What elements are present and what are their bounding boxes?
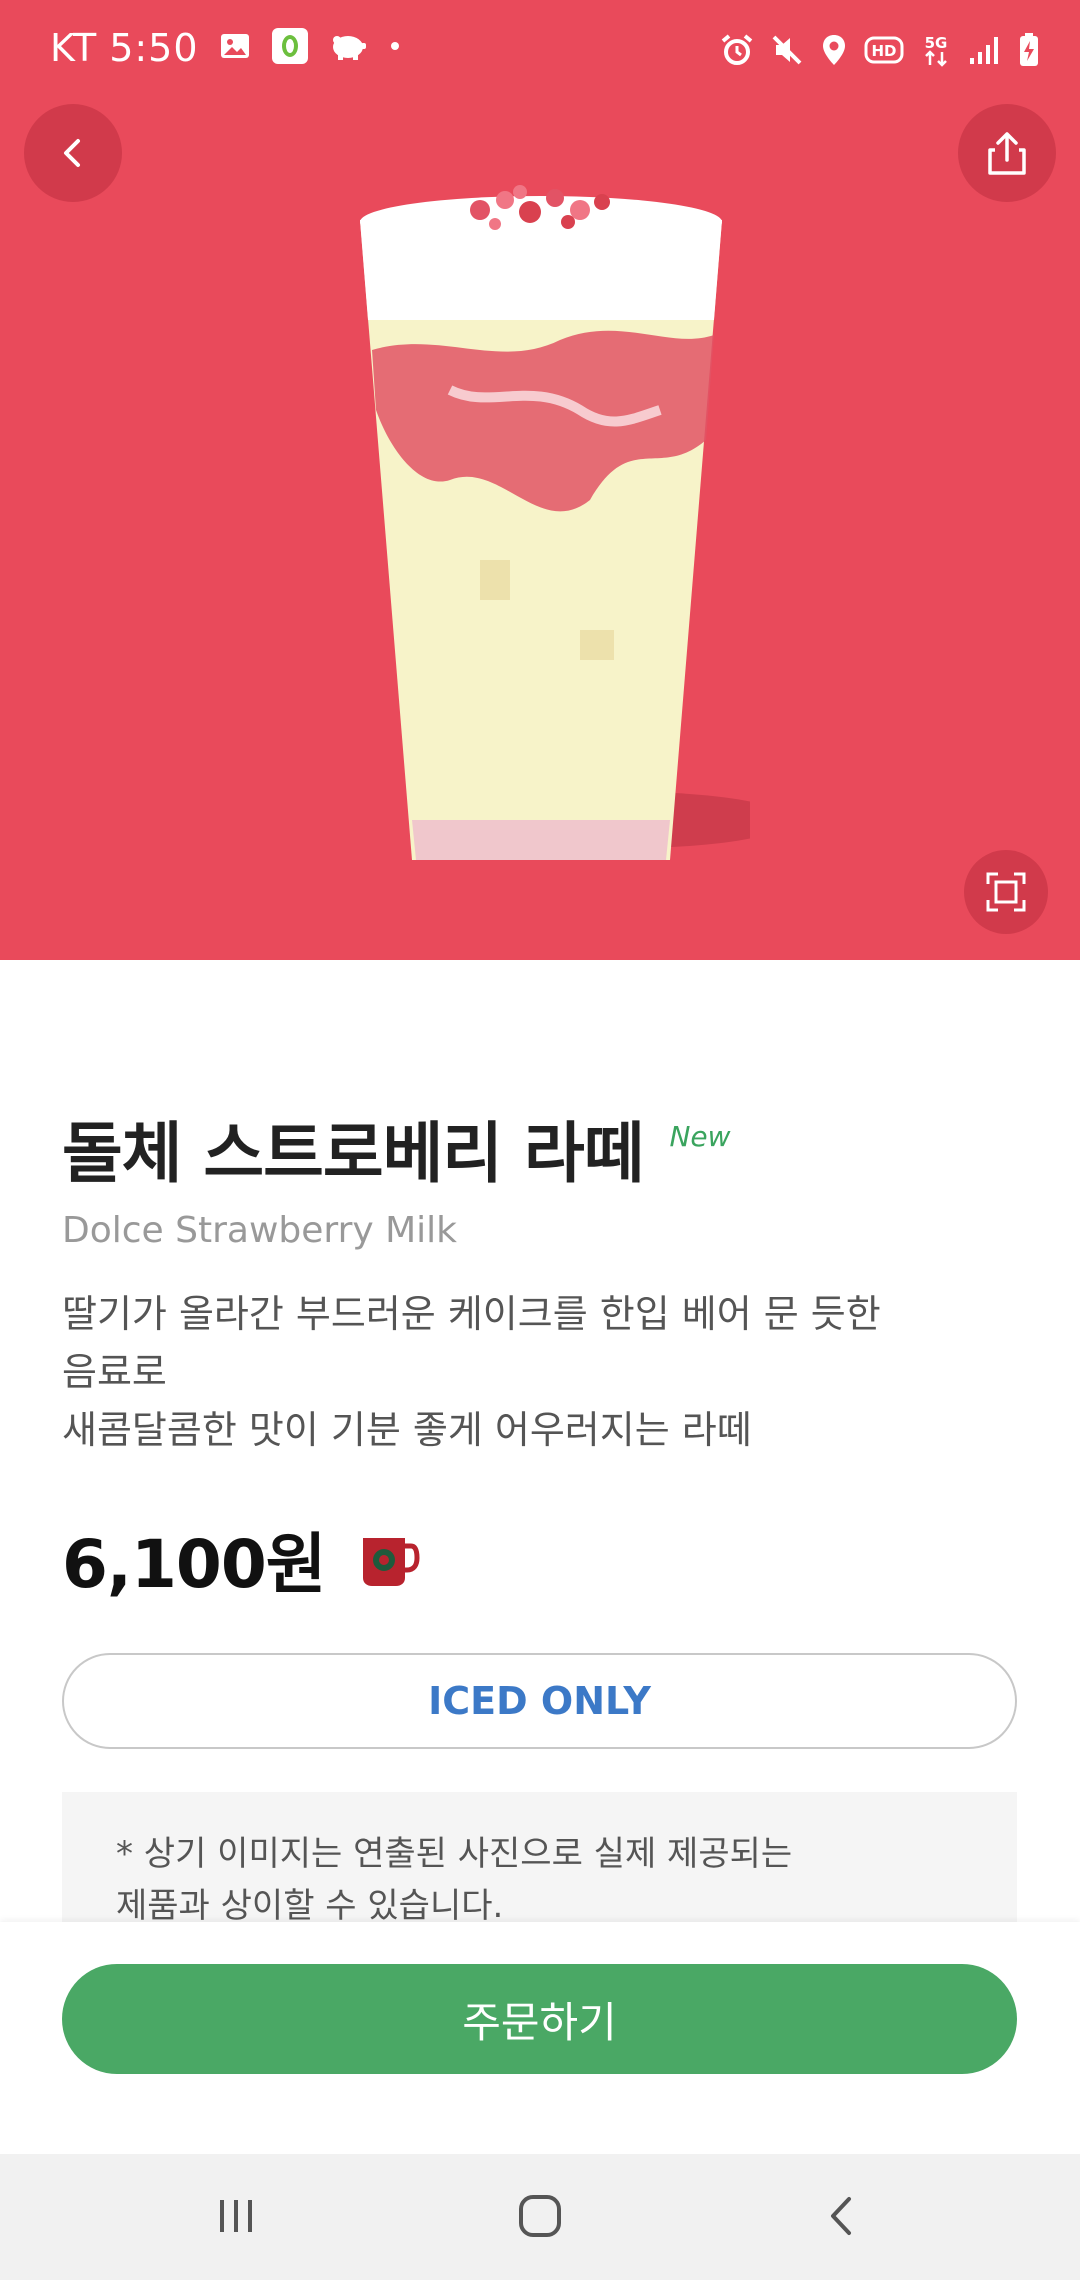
description-line: 새콤달콤한 맛이 기분 좋게 어우러지는 라떼	[62, 1408, 752, 1452]
image-notice: * 상기 이미지는 연출된 사진으로 실제 제공되는 제품과 상이할 수 있습니…	[62, 1792, 1017, 1922]
chevron-left-icon	[64, 139, 80, 167]
notice-line: * 상기 이미지는 연출된 사진으로 실제 제공되는	[116, 1834, 793, 1874]
5g-icon: 5G	[920, 32, 952, 72]
product-title: 돌체 스트로베리 라떼	[62, 1115, 644, 1192]
home-button[interactable]	[510, 2186, 570, 2246]
notification-dot-icon	[387, 38, 403, 58]
location-icon	[820, 33, 848, 71]
svg-text:HD: HD	[871, 42, 896, 60]
description-line: 음료로	[62, 1350, 167, 1394]
product-english-name: Dolce Strawberry Milk	[62, 1210, 458, 1251]
alarm-icon	[720, 33, 754, 71]
clock: 5:50	[109, 26, 199, 70]
product-description: 딸기가 올라간 부드러운 케이크를 한입 베어 문 듯한 음료로 새콤달콤한 맛…	[62, 1285, 1020, 1459]
recent-apps-button[interactable]	[206, 2186, 266, 2246]
back-chevron-icon	[831, 2197, 851, 2235]
product-info: 돌체 스트로베리 라떼 New Dolce Strawberry Milk 딸기…	[62, 1100, 1020, 1607]
new-badge: New	[669, 1120, 731, 1153]
battery-icon	[1018, 32, 1040, 72]
fullscreen-icon	[986, 872, 1026, 912]
status-bar: KT 5:50 HD 5G	[0, 0, 1080, 110]
signal-icon	[968, 34, 1002, 70]
fullscreen-button[interactable]	[964, 850, 1048, 934]
mug-icon	[359, 1532, 421, 1592]
gallery-icon	[219, 30, 251, 66]
piggy-bank-icon	[329, 30, 367, 66]
description-line: 딸기가 올라간 부드러운 케이크를 한입 베어 문 듯한	[62, 1292, 881, 1336]
hd-icon: HD	[864, 36, 904, 68]
order-button[interactable]: 주문하기	[62, 1964, 1017, 2074]
share-button[interactable]	[958, 104, 1056, 202]
mute-icon	[770, 33, 804, 71]
carrier-label: KT	[50, 26, 98, 70]
product-price: 6,100원	[62, 1526, 326, 1603]
product-hero: KT 5:50 HD 5G	[0, 0, 1080, 960]
product-image	[360, 185, 750, 860]
order-bar: 주문하기	[0, 1922, 1080, 2154]
system-nav-bar	[0, 2154, 1080, 2280]
recent-apps-icon	[220, 2200, 252, 2232]
app-o-icon	[271, 27, 309, 69]
system-back-button[interactable]	[812, 2186, 872, 2246]
svg-text:5G: 5G	[925, 34, 948, 52]
home-icon	[519, 2195, 561, 2237]
temperature-option: ICED ONLY	[62, 1653, 1017, 1749]
notice-line: 제품과 상이할 수 있습니다.	[116, 1886, 504, 1922]
share-icon	[988, 132, 1026, 175]
back-button[interactable]	[24, 104, 122, 202]
